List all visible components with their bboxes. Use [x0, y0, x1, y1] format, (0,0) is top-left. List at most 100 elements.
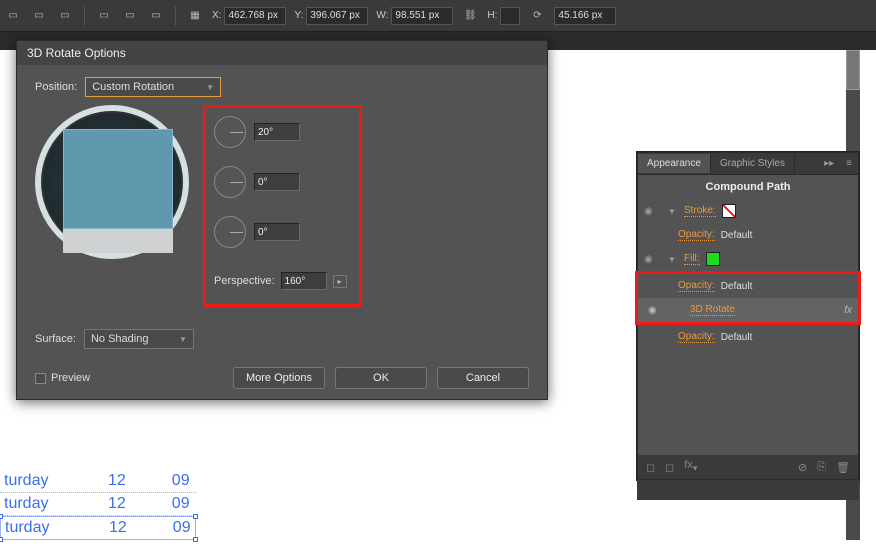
- text-n2[interactable]: 09: [173, 519, 191, 537]
- new-fill-icon[interactable]: ◻: [665, 461, 674, 474]
- align-right-icon[interactable]: ▭: [56, 7, 74, 25]
- fill-swatch[interactable]: [706, 252, 720, 266]
- clear-icon[interactable]: ⊘: [798, 461, 807, 474]
- visibility-icon[interactable]: ◉: [644, 206, 662, 217]
- x-label: X:: [212, 10, 221, 21]
- w-input[interactable]: [391, 7, 453, 25]
- selection-handle[interactable]: [193, 514, 198, 519]
- disclosure-icon[interactable]: ▼: [668, 207, 678, 216]
- new-stroke-icon[interactable]: ◻: [646, 461, 655, 474]
- position-value: Custom Rotation: [92, 81, 174, 93]
- text-n1[interactable]: 12: [108, 495, 126, 513]
- text-day[interactable]: turday: [4, 495, 62, 513]
- link-icon[interactable]: ⛓: [461, 7, 479, 25]
- x-axis-input[interactable]: [254, 123, 300, 141]
- chevron-down-icon: ▼: [206, 83, 214, 92]
- perspective-input[interactable]: [281, 272, 327, 290]
- chevron-down-icon: ▼: [179, 335, 187, 344]
- x-axis-dial[interactable]: [214, 116, 246, 148]
- opacity-value: Default: [721, 281, 753, 292]
- appearance-target: Compound Path: [638, 175, 858, 199]
- position-label: Position:: [35, 81, 77, 93]
- visibility-icon[interactable]: ◉: [644, 254, 662, 265]
- more-options-button[interactable]: More Options: [233, 367, 325, 389]
- fill-opacity-row[interactable]: Opacity: Default: [638, 274, 858, 298]
- 3d-rotate-dialog: 3D Rotate Options Position: Custom Rotat…: [16, 40, 548, 400]
- stroke-swatch[interactable]: [722, 204, 736, 218]
- position-select[interactable]: Custom Rotation ▼: [85, 77, 221, 97]
- visibility-icon[interactable]: ◉: [648, 305, 666, 316]
- panel-menu-icon[interactable]: ≡: [840, 158, 858, 169]
- opacity-value: Default: [721, 332, 753, 343]
- fill-row[interactable]: ◉ ▼ Fill:: [638, 247, 858, 271]
- y-axis-input[interactable]: [254, 173, 300, 191]
- fx-menu-icon[interactable]: fx▾: [684, 459, 697, 474]
- align-left-icon[interactable]: ▭: [4, 7, 22, 25]
- 3d-cube-bottom: [63, 229, 173, 253]
- highlight-ring: Opacity: Default ◉ 3D Rotate fx: [635, 271, 861, 325]
- align-center-icon[interactable]: ▭: [30, 7, 48, 25]
- align-bottom-icon[interactable]: ▭: [147, 7, 165, 25]
- surface-select[interactable]: No Shading ▼: [84, 329, 194, 349]
- preview-checkbox[interactable]: Preview: [35, 372, 90, 384]
- opacity-label[interactable]: Opacity:: [678, 229, 715, 241]
- y-input[interactable]: [306, 7, 368, 25]
- panel-footer: ◻ ◻ fx▾ ⊘ ⎘ 🗑: [638, 455, 858, 479]
- duplicate-icon[interactable]: ⎘: [817, 461, 826, 474]
- tab-graphic-styles[interactable]: Graphic Styles: [711, 154, 795, 173]
- z-axis-dial[interactable]: [214, 216, 246, 248]
- text-day[interactable]: turday: [4, 472, 62, 490]
- rotate-icon[interactable]: ⟳: [528, 7, 546, 25]
- surface-label: Surface:: [35, 333, 76, 345]
- opacity-label[interactable]: Opacity:: [678, 331, 715, 343]
- stroke-opacity-row[interactable]: Opacity: Default: [638, 223, 858, 247]
- dialog-title: 3D Rotate Options: [17, 41, 547, 65]
- y-axis-dial[interactable]: [214, 166, 246, 198]
- 3d-cube-face: [63, 129, 173, 229]
- stroke-row[interactable]: ◉ ▼ Stroke:: [638, 199, 858, 223]
- panel-collapse-icon[interactable]: ▸▸: [818, 158, 840, 169]
- trash-icon[interactable]: 🗑: [836, 461, 850, 474]
- panel-dock-strip: [637, 480, 859, 500]
- perspective-label: Perspective:: [214, 275, 275, 287]
- object-opacity-row[interactable]: Opacity: Default: [638, 325, 858, 349]
- selection-handle[interactable]: [0, 514, 3, 519]
- align-vcenter-icon[interactable]: ▭: [121, 7, 139, 25]
- effect-label[interactable]: 3D Rotate: [690, 304, 735, 316]
- transform-icon[interactable]: ▦: [186, 7, 204, 25]
- align-top-icon[interactable]: ▭: [95, 7, 113, 25]
- tab-appearance[interactable]: Appearance: [638, 154, 711, 173]
- surface-value: No Shading: [91, 333, 149, 345]
- opacity-label[interactable]: Opacity:: [678, 280, 715, 292]
- text-day[interactable]: turday: [5, 519, 63, 537]
- fill-label[interactable]: Fill:: [684, 253, 700, 265]
- y-label: Y:: [294, 10, 303, 21]
- stroke-label[interactable]: Stroke:: [684, 205, 716, 217]
- fx-icon[interactable]: fx: [844, 305, 852, 316]
- h-input[interactable]: [500, 7, 520, 25]
- z-axis-input[interactable]: [254, 223, 300, 241]
- text-n2[interactable]: 09: [172, 495, 190, 513]
- text-n1[interactable]: 12: [108, 472, 126, 490]
- 3d-trackball[interactable]: [35, 105, 189, 259]
- scrollbar-thumb[interactable]: [846, 50, 860, 90]
- 3d-rotate-effect-row[interactable]: ◉ 3D Rotate fx: [638, 298, 858, 322]
- cancel-button[interactable]: Cancel: [437, 367, 529, 389]
- h-label: H:: [487, 10, 497, 21]
- selection-handle[interactable]: [193, 537, 198, 542]
- text-n1[interactable]: 12: [109, 519, 127, 537]
- rotate-input[interactable]: [554, 7, 616, 25]
- disclosure-icon[interactable]: ▼: [668, 255, 678, 264]
- text-n2[interactable]: 09: [172, 472, 190, 490]
- x-input[interactable]: [224, 7, 286, 25]
- canvas-text-objects: turday 12 09 turday 12 09 turday 12 09: [0, 470, 196, 540]
- top-toolbar: ▭ ▭ ▭ ▭ ▭ ▭ ▦ X: Y: W: ⛓ H: ⟳: [0, 0, 876, 32]
- preview-label: Preview: [51, 372, 90, 384]
- ok-button[interactable]: OK: [335, 367, 427, 389]
- selection-handle[interactable]: [0, 537, 3, 542]
- angle-controls-highlight: Perspective: ▸: [203, 105, 362, 307]
- opacity-value: Default: [721, 230, 753, 241]
- perspective-stepper[interactable]: ▸: [333, 275, 347, 288]
- w-label: W:: [376, 10, 388, 21]
- appearance-panel: Appearance Graphic Styles ▸▸ ≡ Compound …: [637, 152, 859, 480]
